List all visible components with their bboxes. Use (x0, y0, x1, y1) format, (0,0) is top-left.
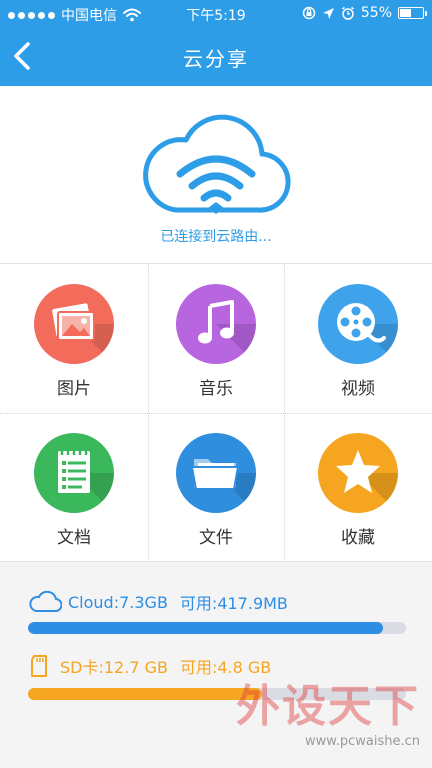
folder-icon (176, 433, 256, 513)
category-label: 视频 (341, 379, 375, 399)
sd-card-icon (31, 655, 47, 677)
watermark-brand: 外设天下 (236, 681, 420, 732)
cloud-outline-icon (29, 591, 62, 612)
pictures-icon (34, 284, 114, 364)
film-reel-icon (318, 284, 398, 364)
watermark-url: www.pcwaishe.cn (305, 734, 420, 749)
connection-hero: 已连接到云路由... (0, 86, 432, 263)
category-label: 图片 (57, 379, 91, 399)
cloud-usage-fill (28, 622, 384, 634)
category-music[interactable]: 音乐 (144, 264, 288, 413)
battery-icon (398, 7, 427, 19)
category-pictures[interactable]: 图片 (2, 264, 146, 413)
category-grid: 图片 音乐 视频 文档 文件 收藏 (0, 263, 432, 562)
cloud-free-text: 可用:417.9MB (179, 594, 288, 613)
watermark: 外设天下 www.pcwaishe.cn (236, 670, 420, 749)
star-icon (318, 433, 398, 513)
sd-total-text: SD卡:12.7 GB (60, 658, 168, 677)
sd-storage-row: SD卡:12.7 GB 可用:4.8 GB (28, 654, 271, 678)
category-files[interactable]: 文件 (144, 413, 288, 562)
cloud-wifi-icon (140, 110, 292, 222)
category-video[interactable]: 视频 (286, 264, 430, 413)
status-right: 55% (302, 5, 427, 21)
notepad-icon (34, 433, 114, 513)
storage-panel: Cloud:7.3GB 可用:417.9MB SD卡:12.7 GB 可用:4.… (0, 561, 432, 768)
lock-rotation-icon (302, 6, 316, 20)
cloud-storage-row: Cloud:7.3GB 可用:417.9MB (28, 590, 288, 614)
battery-level-fill (400, 9, 412, 17)
nav-bar: 云分享 (0, 28, 432, 86)
category-favorites[interactable]: 收藏 (286, 413, 430, 562)
category-label: 文档 (57, 528, 91, 548)
sd-usage-fill (28, 688, 263, 700)
cloud-usage-bar (28, 622, 406, 634)
cloud-total-text: Cloud:7.3GB (68, 592, 168, 612)
top-bar: 中国电信 下午5:19 55% 云分享 (0, 0, 432, 86)
category-documents[interactable]: 文档 (2, 413, 146, 562)
category-label: 音乐 (199, 379, 233, 399)
page-title: 云分享 (183, 47, 249, 71)
location-arrow-icon (322, 7, 334, 19)
category-label: 收藏 (341, 528, 375, 548)
alarm-icon (341, 6, 354, 20)
category-label: 文件 (199, 528, 233, 548)
connection-status-text: 已连接到云路由... (160, 229, 272, 245)
music-note-icon (176, 284, 256, 364)
battery-percent: 55% (360, 5, 392, 21)
status-bar: 中国电信 下午5:19 55% (0, 0, 432, 28)
